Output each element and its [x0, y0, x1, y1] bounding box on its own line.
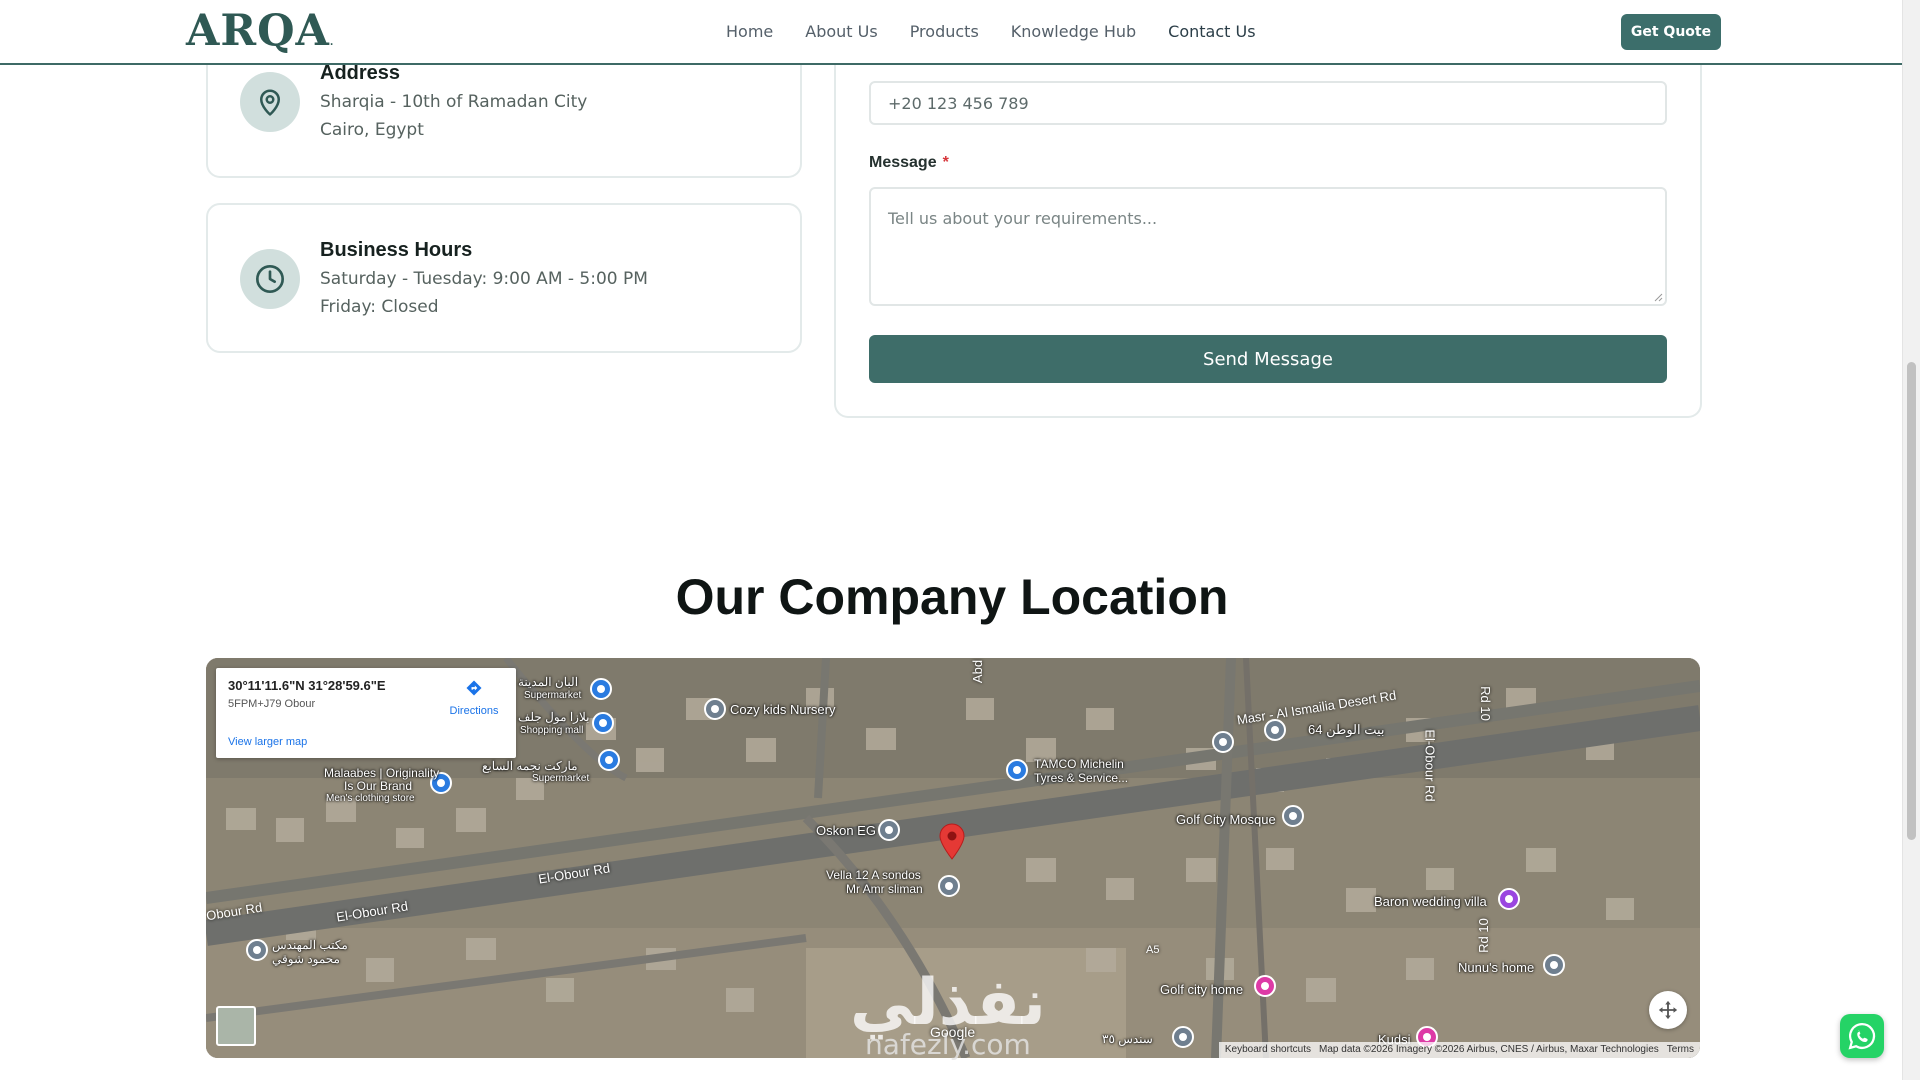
- nav-home[interactable]: Home: [726, 22, 773, 41]
- message-placeholder: Tell us about your requirements...: [888, 209, 1158, 228]
- arqa-logo[interactable]: ARQA.: [186, 6, 334, 56]
- road-pin-icon[interactable]: [1212, 731, 1234, 753]
- supermarket-pin-icon-2[interactable]: [598, 749, 620, 771]
- place-nunus-home[interactable]: Nunu's home: [1458, 960, 1534, 975]
- directions-label: Directions: [449, 705, 499, 717]
- whatsapp-button[interactable]: [1840, 1014, 1884, 1058]
- send-message-button[interactable]: Send Message: [869, 335, 1667, 383]
- hours-line-1: Saturday - Tuesday: 9:00 AM - 5:00 PM: [320, 269, 648, 289]
- place-cozy-kids-nursery[interactable]: Cozy kids Nursery: [730, 702, 835, 717]
- map-attribution: Keyboard shortcuts Map data ©2026 Imager…: [1218, 1042, 1700, 1058]
- message-label-text: Message: [869, 154, 937, 171]
- golf-city-home-pin-icon[interactable]: [1254, 975, 1276, 997]
- road-label-rd10-a: Rd 10: [1477, 686, 1493, 721]
- whatsapp-icon: [1848, 1022, 1876, 1050]
- road-label-a5: A5: [1146, 944, 1160, 956]
- place-plaza-sub[interactable]: Shopping mall: [520, 725, 583, 736]
- place-tamco-line-1[interactable]: TAMCO Michelin: [1034, 757, 1124, 771]
- place-tamco-line-2[interactable]: Tyres & Service...: [1034, 771, 1128, 785]
- oskon-pin-icon[interactable]: [878, 819, 900, 841]
- road-label-abd: Abd: [970, 659, 986, 684]
- mall-pin-icon[interactable]: [592, 712, 614, 734]
- page-scrollbar[interactable]: [1902, 0, 1920, 1080]
- nav-about-us[interactable]: About Us: [805, 22, 877, 41]
- place-watan-64[interactable]: بيت الوطن 64: [1308, 722, 1385, 738]
- place-albaan-sub[interactable]: Supermarket: [524, 690, 581, 701]
- place-plaza-mall[interactable]: بلازا مول جلف: [518, 710, 589, 724]
- message-textarea[interactable]: Tell us about your requirements...: [869, 187, 1667, 306]
- watan-pin-icon[interactable]: [1264, 719, 1286, 741]
- nursery-pin-icon[interactable]: [704, 698, 726, 720]
- resize-grip-icon[interactable]: [1654, 293, 1663, 302]
- place-albaan[interactable]: البان المدينة: [518, 675, 578, 689]
- road-label-rd10-b: Rd 10: [1475, 918, 1491, 953]
- address-line-1: Sharqia - 10th of Ramadan City: [320, 92, 588, 112]
- nav-products[interactable]: Products: [910, 22, 979, 41]
- tyre-shop-pin-icon[interactable]: [1006, 759, 1028, 781]
- hours-icon-circle: [240, 249, 300, 309]
- site-header: ARQA. Home About Us Products Knowledge H…: [0, 0, 1902, 65]
- map-pin-icon: [260, 89, 280, 116]
- place-office-line-2[interactable]: محمود شوقي: [272, 952, 340, 966]
- place-market[interactable]: ماركت نجمه السابع: [482, 759, 578, 773]
- message-label: Message *: [869, 154, 949, 172]
- address-icon-circle: [240, 72, 300, 132]
- place-vella-line-2[interactable]: Mr Amr sliman: [846, 882, 923, 896]
- nunu-home-pin-icon[interactable]: [1543, 954, 1565, 976]
- office-pin-icon[interactable]: [246, 939, 268, 961]
- mosque-pin-icon[interactable]: [1282, 805, 1304, 827]
- terms-link[interactable]: Terms: [1667, 1044, 1694, 1056]
- place-vella-line-1[interactable]: Vella 12 A sondos: [826, 868, 921, 882]
- google-logo: Google: [930, 1024, 976, 1040]
- logo-text: ARQA: [186, 6, 330, 56]
- map-layer-toggle[interactable]: [216, 1006, 256, 1046]
- clock-icon: [256, 265, 284, 293]
- map-coordinates: 30°11'11.6"N 31°28'59.6"E: [228, 678, 386, 693]
- keyboard-shortcuts-link[interactable]: Keyboard shortcuts: [1225, 1044, 1311, 1056]
- place-golf-city-home[interactable]: Golf city home: [1160, 982, 1243, 997]
- main-nav: Home About Us Products Knowledge Hub Con…: [726, 22, 1288, 41]
- place-market-sub[interactable]: Supermarket: [532, 773, 589, 784]
- expand-arrows-icon: [1658, 1000, 1678, 1020]
- phone-input[interactable]: +20 123 456 789: [869, 81, 1667, 125]
- scrollbar-thumb[interactable]: [1907, 362, 1916, 840]
- place-baron-wedding-villa[interactable]: Baron wedding villa: [1374, 894, 1487, 909]
- vella-pin-icon[interactable]: [938, 875, 960, 897]
- place-malaabes-line-3[interactable]: Men's clothing store: [326, 793, 415, 804]
- nav-contact-us[interactable]: Contact Us: [1168, 22, 1255, 41]
- road-label-elobour-vertical: El-Obour Rd: [1422, 729, 1438, 802]
- google-map-embed[interactable]: El-Obour Rd El-Obour Rd Obour Rd Masr - …: [206, 658, 1700, 1058]
- directions-button[interactable]: Directions: [442, 678, 506, 717]
- business-hours-card: Business Hours Saturday - Tuesday: 9:00 …: [206, 203, 802, 353]
- place-malaabes-line-2[interactable]: Is Our Brand: [344, 779, 412, 793]
- address-title: Address: [320, 62, 401, 84]
- place-sondos[interactable]: سندس ٣٥: [1102, 1032, 1153, 1046]
- wedding-villa-pin-icon[interactable]: [1498, 888, 1520, 910]
- supermarket-pin-icon-1[interactable]: [590, 678, 612, 700]
- hours-title: Business Hours: [320, 239, 473, 261]
- hours-line-2: Friday: Closed: [320, 297, 439, 317]
- place-malaabes-line-1[interactable]: Malaabes | Originality: [324, 766, 439, 780]
- view-larger-map-link[interactable]: View larger map: [228, 736, 307, 748]
- map-info-box: 30°11'11.6"N 31°28'59.6"E 5FPM+J79 Obour…: [216, 668, 516, 758]
- recenter-button[interactable]: [1649, 991, 1687, 1029]
- place-oskon-eg[interactable]: Oskon EG: [816, 823, 876, 838]
- logo-dot: .: [329, 37, 335, 48]
- directions-icon: [466, 680, 482, 696]
- sondos-pin-icon[interactable]: [1172, 1026, 1194, 1048]
- address-line-2: Cairo, Egypt: [320, 120, 424, 140]
- location-section-title: Our Company Location: [675, 569, 1229, 625]
- map-plus-code: 5FPM+J79 Obour: [228, 698, 316, 710]
- place-golf-city-mosque[interactable]: Golf City Mosque: [1176, 812, 1276, 827]
- map-data-text: Map data ©2026 Imagery ©2026 Airbus, CNE…: [1319, 1044, 1659, 1055]
- place-office-line-1[interactable]: مكتب المهندس: [272, 938, 348, 952]
- required-mark: *: [942, 154, 949, 171]
- get-quote-button[interactable]: Get Quote: [1621, 14, 1721, 50]
- nav-knowledge-hub[interactable]: Knowledge Hub: [1011, 22, 1136, 41]
- location-marker-icon[interactable]: [938, 822, 966, 860]
